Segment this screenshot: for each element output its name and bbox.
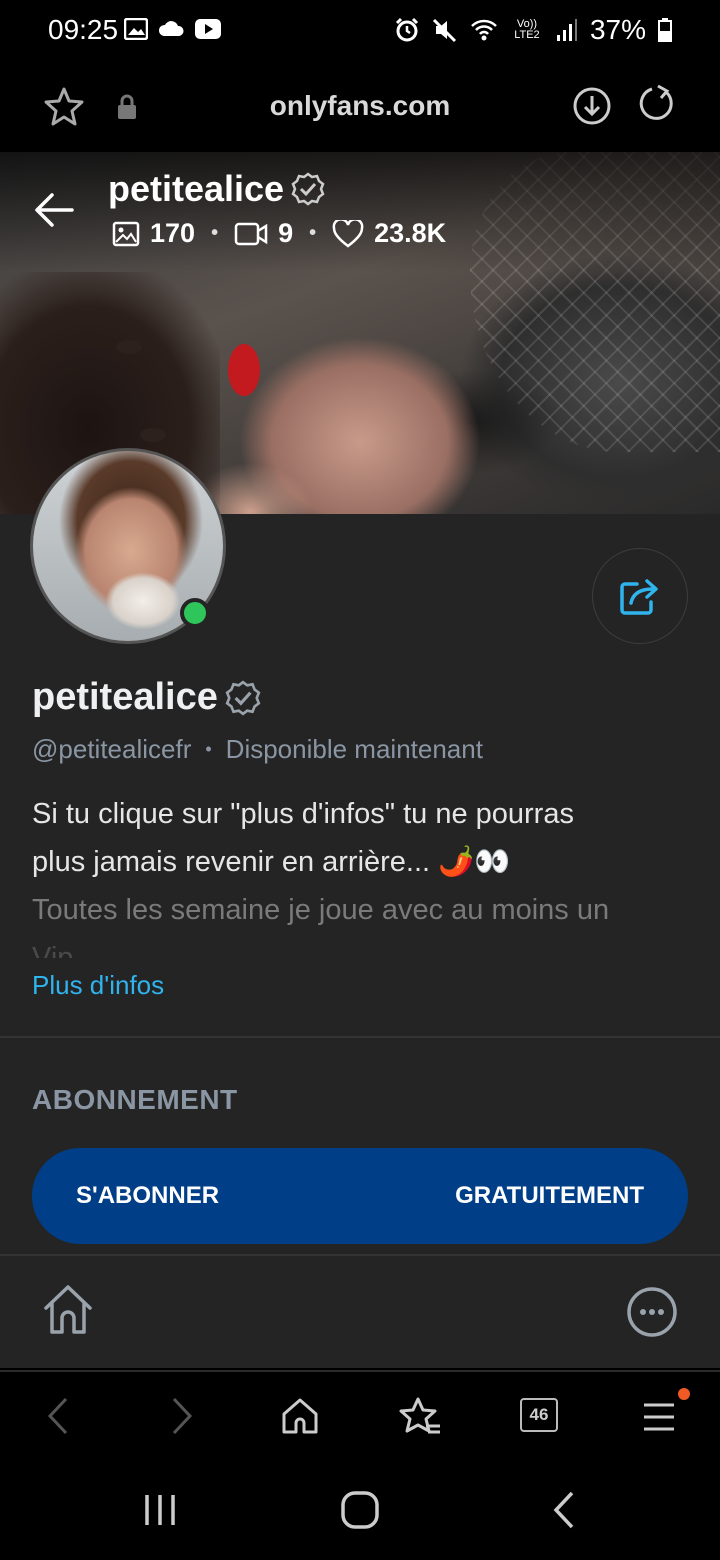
youtube-icon (195, 19, 221, 39)
alarm-icon (395, 17, 419, 42)
verified-badge-icon (291, 172, 325, 206)
browser-forward-icon[interactable] (168, 1396, 196, 1436)
profile-handle[interactable]: @petitealicefr (32, 734, 191, 765)
share-icon (620, 579, 658, 615)
recent-apps-icon[interactable] (142, 1492, 178, 1528)
browser-toolbar: 46 (0, 1370, 720, 1462)
gallery-icon (124, 18, 148, 40)
home-icon[interactable] (40, 1282, 96, 1338)
menu-icon[interactable] (642, 1402, 676, 1432)
share-button[interactable] (592, 548, 688, 644)
profile-section: petitealice @petitealicefr • Disponible … (0, 448, 720, 1036)
profile-display-name: petitealice (32, 676, 262, 719)
volte-label: Vo)) LTE2 (514, 18, 540, 41)
cover-stats: 170 • 9 • 23.8K (112, 218, 446, 249)
profile-handle-row: @petitealicefr • Disponible maintenant (32, 734, 483, 765)
profile-bio: Si tu clique sur "plus d'infos" tu ne po… (32, 798, 610, 958)
heart-icon (332, 219, 364, 248)
photos-count: 170 (150, 218, 196, 248)
videos-count: 9 (278, 218, 294, 248)
download-icon[interactable] (572, 86, 612, 126)
wifi-icon (471, 19, 497, 41)
browser-home-icon[interactable] (280, 1396, 320, 1436)
subscribe-label: S'ABONNER (76, 1182, 220, 1209)
more-options-icon[interactable] (626, 1286, 678, 1338)
online-status-dot (180, 598, 210, 628)
app-bottom-nav (0, 1256, 720, 1368)
cloud-icon (158, 21, 184, 36)
bookmarks-icon[interactable] (398, 1396, 442, 1438)
system-nav-bar (0, 1462, 720, 1560)
likes-count: 23.8K (374, 218, 447, 248)
menu-notification-dot (678, 1388, 690, 1400)
browser-url-bar: onlyfans.com (0, 62, 720, 152)
status-time: 09:25 (48, 14, 119, 45)
more-info-link[interactable]: Plus d'infos (32, 970, 164, 1001)
signal-icon (556, 19, 577, 41)
system-home-icon[interactable] (340, 1490, 380, 1530)
subscribe-price: GRATUITEMENT (455, 1182, 644, 1209)
browser-back-icon[interactable] (44, 1396, 72, 1436)
status-bar: 09:25 Vo)) LTE2 37% (0, 0, 720, 62)
subscription-section: ABONNEMENT S'ABONNER GRATUITEMENT (0, 1038, 720, 1254)
availability-status: Disponible maintenant (225, 734, 483, 764)
tabs-count-button[interactable]: 46 (520, 1398, 558, 1432)
mute-icon (432, 18, 457, 43)
battery-percent: 37% (589, 14, 646, 45)
battery-icon (658, 18, 672, 42)
url-text[interactable]: onlyfans.com (0, 90, 720, 122)
cover-username: petitealice (108, 168, 326, 210)
photo-icon (112, 221, 140, 246)
video-icon (234, 222, 268, 245)
verified-badge-icon (225, 680, 261, 715)
back-arrow-icon[interactable] (34, 192, 74, 228)
system-back-icon[interactable] (550, 1490, 578, 1530)
reload-icon[interactable] (636, 84, 676, 124)
subscribe-button[interactable]: S'ABONNER GRATUITEMENT (32, 1148, 688, 1244)
subscription-title: ABONNEMENT (32, 1084, 238, 1115)
